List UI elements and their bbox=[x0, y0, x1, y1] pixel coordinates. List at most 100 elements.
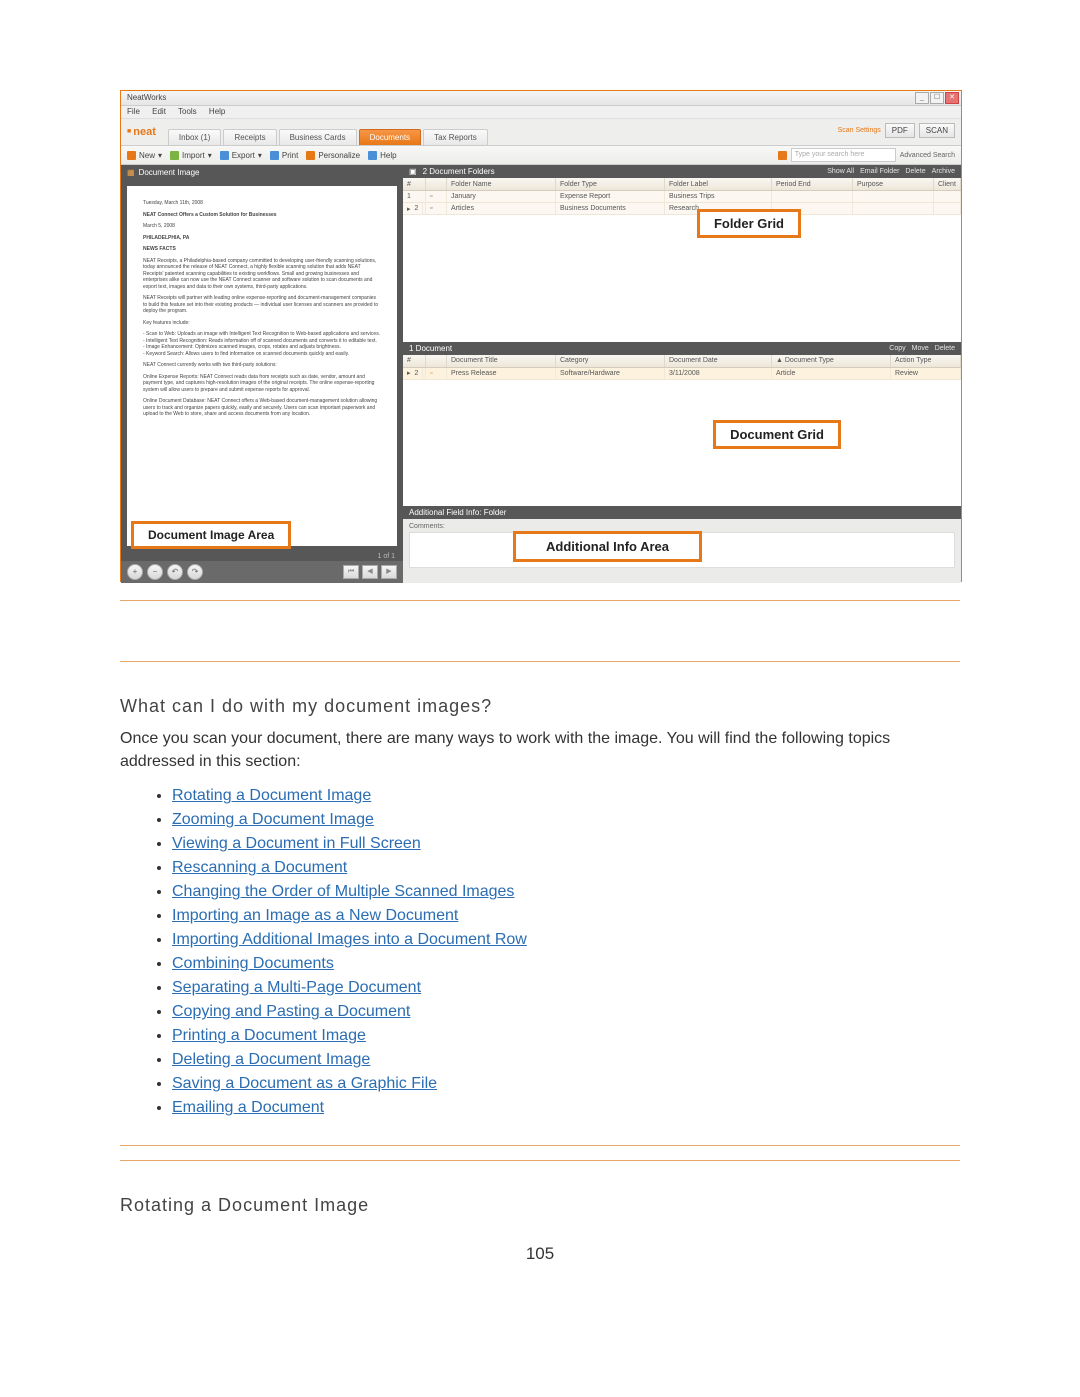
copy-link[interactable]: Copy bbox=[889, 345, 905, 352]
document-preview: Tuesday, March 11th, 2008 NEAT Connect O… bbox=[127, 186, 397, 546]
menu-edit[interactable]: Edit bbox=[152, 107, 166, 116]
table-row[interactable]: 1 ▫ January Expense Report Business Trip… bbox=[403, 191, 961, 203]
menu-file[interactable]: File bbox=[127, 107, 140, 116]
help-button[interactable]: Help bbox=[368, 151, 396, 160]
export-icon bbox=[220, 151, 229, 160]
link-rotating[interactable]: Rotating a Document Image bbox=[172, 787, 371, 804]
section-heading: What can I do with my document images? bbox=[120, 696, 960, 717]
expand-icon[interactable]: ▣ bbox=[409, 167, 417, 176]
callout-folder-grid: Folder Grid bbox=[697, 209, 801, 238]
divider bbox=[120, 600, 960, 601]
link-import-new[interactable]: Importing an Image as a New Document bbox=[172, 907, 458, 924]
move-link[interactable]: Move bbox=[912, 345, 929, 352]
callout-document-image-area: Document Image Area bbox=[131, 521, 291, 549]
next-page-button[interactable]: ▶ bbox=[381, 565, 397, 579]
list-item: Importing Additional Images into a Docum… bbox=[172, 931, 960, 949]
import-icon bbox=[170, 151, 179, 160]
callout-document-grid: Document Grid bbox=[713, 420, 841, 449]
page-indicator: 1 of 1 bbox=[121, 552, 403, 561]
list-item: Importing an Image as a New Document bbox=[172, 907, 960, 925]
pdf-button[interactable]: PDF bbox=[885, 123, 915, 138]
search-icon bbox=[778, 151, 787, 160]
list-item: Separating a Multi-Page Document bbox=[172, 979, 960, 997]
document-icon: ▫ bbox=[426, 368, 447, 379]
folder-icon: ▫ bbox=[426, 203, 447, 214]
link-rescanning[interactable]: Rescanning a Document bbox=[172, 859, 347, 876]
comments-label: Comments: bbox=[409, 523, 445, 530]
list-item: Saving a Document as a Graphic File bbox=[172, 1075, 960, 1093]
help-icon bbox=[368, 151, 377, 160]
print-button[interactable]: Print bbox=[270, 151, 298, 160]
document-image-title: Document Image bbox=[139, 168, 200, 177]
topic-link-list: Rotating a Document Image Zooming a Docu… bbox=[120, 787, 960, 1117]
tab-inbox[interactable]: Inbox (1) bbox=[168, 129, 222, 145]
tab-documents[interactable]: Documents bbox=[359, 129, 421, 145]
minimize-icon[interactable]: _ bbox=[915, 92, 929, 104]
first-page-button[interactable]: ⏮ bbox=[343, 565, 359, 579]
scan-settings-link[interactable]: Scan Settings bbox=[838, 127, 881, 134]
tab-receipts[interactable]: Receipts bbox=[223, 129, 276, 145]
divider bbox=[120, 661, 960, 662]
delete-folder-link[interactable]: Delete bbox=[905, 168, 925, 175]
menu-help[interactable]: Help bbox=[209, 107, 225, 116]
folder-icon: ▫ bbox=[426, 191, 447, 202]
print-icon bbox=[270, 151, 279, 160]
document-grid-header: 1 Document Copy Move Delete bbox=[403, 342, 961, 355]
link-emailing[interactable]: Emailing a Document bbox=[172, 1099, 324, 1116]
export-button[interactable]: Export ▾ bbox=[220, 151, 262, 160]
advanced-search-link[interactable]: Advanced Search bbox=[900, 152, 955, 159]
rotate-left-button[interactable]: ↶ bbox=[167, 564, 183, 580]
link-fullscreen[interactable]: Viewing a Document in Full Screen bbox=[172, 835, 421, 852]
link-printing[interactable]: Printing a Document Image bbox=[172, 1027, 366, 1044]
list-item: Copying and Pasting a Document bbox=[172, 1003, 960, 1021]
table-row[interactable]: ▸ 2 ▫ Articles Business Documents Resear… bbox=[403, 203, 961, 215]
link-combining[interactable]: Combining Documents bbox=[172, 955, 334, 972]
list-item: Rescanning a Document bbox=[172, 859, 960, 877]
brand-logo: neat bbox=[127, 126, 156, 138]
document-image-panel: ▦ Document Image Tuesday, March 11th, 20… bbox=[121, 165, 403, 583]
tab-tax-reports[interactable]: Tax Reports bbox=[423, 129, 488, 145]
list-item: Rotating a Document Image bbox=[172, 787, 960, 805]
menu-tools[interactable]: Tools bbox=[178, 107, 197, 116]
folder-grid-header: ▣ 2 Document Folders Show All Email Fold… bbox=[403, 165, 961, 178]
menubar: File Edit Tools Help bbox=[121, 106, 961, 119]
document-image-icon: ▦ bbox=[127, 168, 135, 177]
image-toolbar: + − ↶ ↷ ⏮ ◀ ▶ bbox=[121, 561, 403, 583]
link-import-additional[interactable]: Importing Additional Images into a Docum… bbox=[172, 931, 527, 948]
scan-button[interactable]: SCAN bbox=[919, 123, 955, 138]
rotate-right-button[interactable]: ↷ bbox=[187, 564, 203, 580]
list-item: Changing the Order of Multiple Scanned I… bbox=[172, 883, 960, 901]
search-input[interactable]: Type your search here bbox=[791, 148, 896, 162]
zoom-in-button[interactable]: + bbox=[127, 564, 143, 580]
page-number: 105 bbox=[120, 1244, 960, 1264]
maximize-icon[interactable]: ☐ bbox=[930, 92, 944, 104]
callout-additional-info: Additional Info Area bbox=[513, 531, 702, 562]
email-folder-link[interactable]: Email Folder bbox=[860, 168, 899, 175]
divider bbox=[120, 1160, 960, 1161]
window-title: NeatWorks bbox=[127, 93, 166, 102]
link-separating[interactable]: Separating a Multi-Page Document bbox=[172, 979, 421, 996]
tab-business-cards[interactable]: Business Cards bbox=[279, 129, 357, 145]
delete-doc-link[interactable]: Delete bbox=[935, 345, 955, 352]
zoom-out-button[interactable]: − bbox=[147, 564, 163, 580]
personalize-icon bbox=[306, 151, 315, 160]
link-saving[interactable]: Saving a Document as a Graphic File bbox=[172, 1075, 437, 1092]
link-reorder[interactable]: Changing the Order of Multiple Scanned I… bbox=[172, 883, 514, 900]
link-copy-paste[interactable]: Copying and Pasting a Document bbox=[172, 1003, 410, 1020]
import-button[interactable]: Import ▾ bbox=[170, 151, 212, 160]
new-icon bbox=[127, 151, 136, 160]
table-row[interactable]: ▸ 2 ▫ Press Release Software/Hardware 3/… bbox=[403, 368, 961, 380]
personalize-button[interactable]: Personalize bbox=[306, 151, 360, 160]
additional-info-panel: Additional Field Info: Folder Comments: … bbox=[403, 506, 961, 583]
show-all-link[interactable]: Show All bbox=[827, 168, 854, 175]
prev-page-button[interactable]: ◀ bbox=[362, 565, 378, 579]
section-body: Once you scan your document, there are m… bbox=[120, 727, 960, 773]
link-zooming[interactable]: Zooming a Document Image bbox=[172, 811, 374, 828]
close-icon[interactable]: ✕ bbox=[945, 92, 959, 104]
new-button[interactable]: New ▾ bbox=[127, 151, 162, 160]
list-item: Printing a Document Image bbox=[172, 1027, 960, 1045]
list-item: Combining Documents bbox=[172, 955, 960, 973]
archive-link[interactable]: Archive bbox=[932, 168, 955, 175]
toolbar: New ▾ Import ▾ Export ▾ Print Personaliz… bbox=[121, 146, 961, 165]
link-deleting[interactable]: Deleting a Document Image bbox=[172, 1051, 370, 1068]
